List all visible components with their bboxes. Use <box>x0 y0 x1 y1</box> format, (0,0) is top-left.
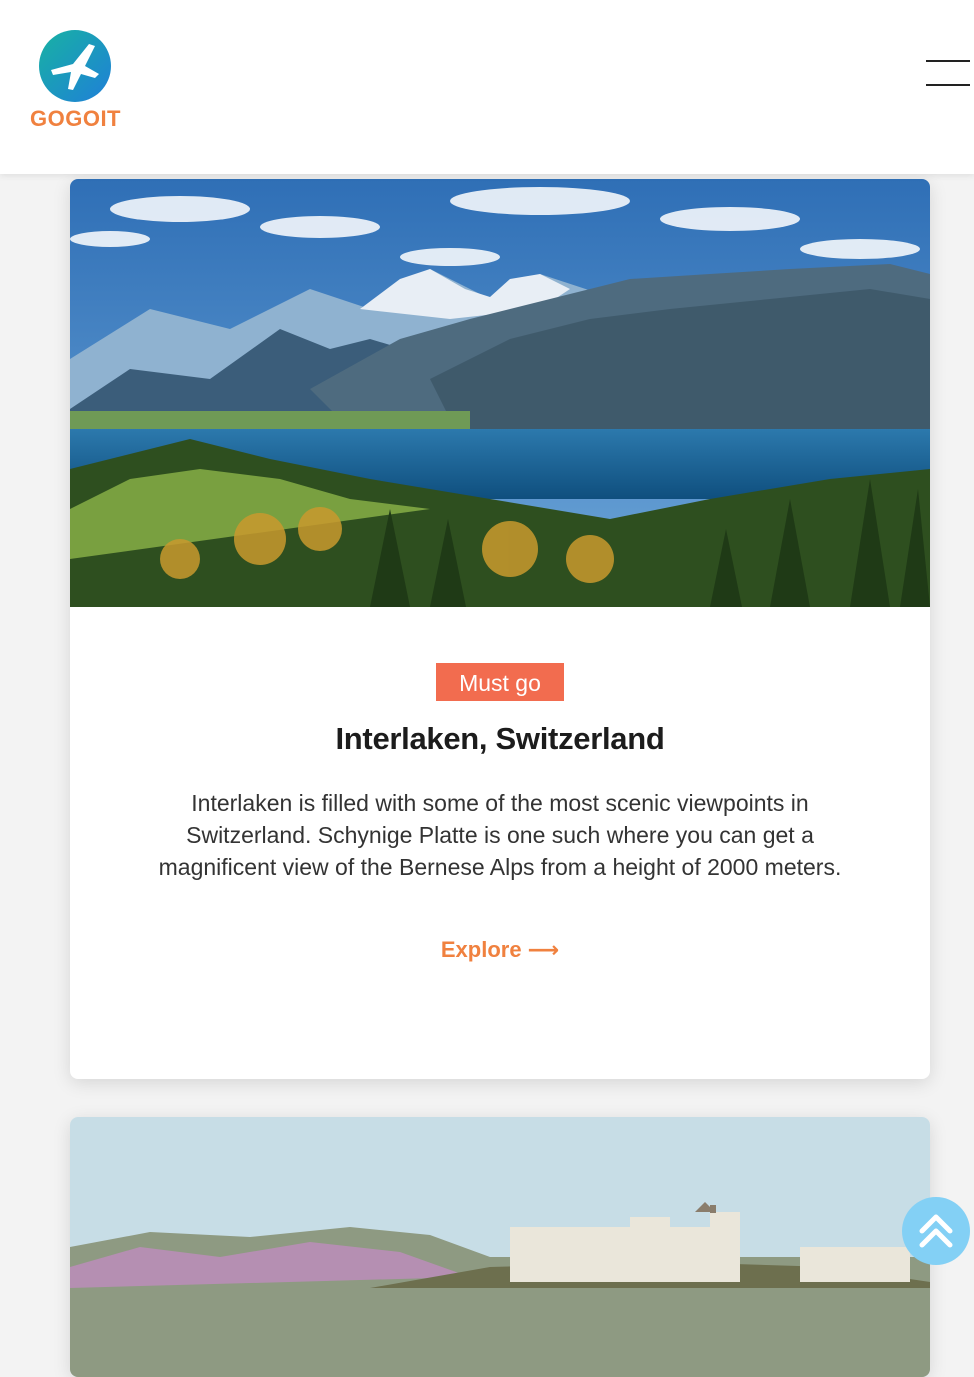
scroll-to-top-button[interactable] <box>902 1197 970 1265</box>
site-header: GOGOIT <box>0 0 974 174</box>
must-go-badge: Must go <box>436 663 564 701</box>
arrow-right-icon: ⟶ <box>527 937 560 962</box>
site-logo[interactable]: GOGOIT <box>28 28 122 132</box>
logo-text: GOGOIT <box>30 106 121 131</box>
card-description: Interlaken is filled with some of the mo… <box>158 790 842 880</box>
explore-link-label: Explore <box>440 937 522 962</box>
hamburger-menu-icon[interactable] <box>926 58 970 88</box>
destination-card <box>70 1117 930 1377</box>
double-chevron-up-icon <box>919 1214 953 1248</box>
mountain-lake-photo <box>70 179 930 607</box>
card-title: Interlaken, Switzerland <box>335 721 665 756</box>
explore-link[interactable]: Explore ⟶ <box>70 937 930 963</box>
destination-card: Must go Interlaken, Switzerland Interlak… <box>70 179 930 1079</box>
plane-logo-icon <box>39 30 111 102</box>
castle-hill-photo <box>70 1117 930 1377</box>
